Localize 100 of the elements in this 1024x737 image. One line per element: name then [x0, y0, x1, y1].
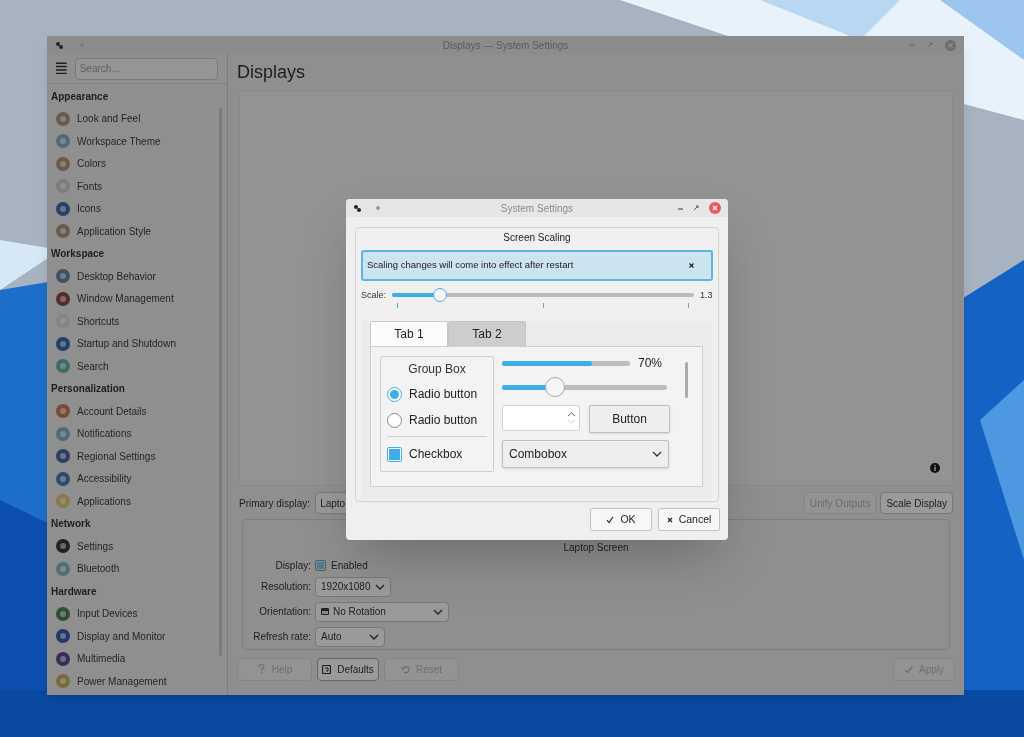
category-icon: [56, 651, 70, 666]
group-title: Laptop Screen: [563, 541, 629, 555]
sidebar-item[interactable]: Regional Settings: [47, 445, 227, 468]
sidebar-item[interactable]: Icons: [47, 197, 227, 220]
category-icon: [56, 359, 70, 374]
category-icon: [56, 291, 70, 306]
combo-box[interactable]: No Rotation: [315, 601, 449, 622]
slider-thumb[interactable]: [433, 288, 448, 302]
slider-thumb[interactable]: [544, 377, 565, 397]
sidebar-item[interactable]: Input Devices: [47, 602, 227, 625]
sidebar-item[interactable]: Multimedia: [47, 647, 227, 670]
sidebar-item[interactable]: Look and Feel: [47, 107, 227, 130]
sidebar-item[interactable]: Accessibility: [47, 467, 227, 490]
sidebar-item[interactable]: Fonts: [47, 175, 227, 198]
category-icon: [56, 224, 70, 239]
sidebar-item[interactable]: Application Style: [47, 220, 227, 243]
push-button[interactable]: Button: [589, 405, 670, 433]
radio-label: Radio button: [409, 412, 478, 429]
category-icon: [56, 336, 70, 351]
minimize-icon: [678, 205, 683, 211]
category-icon: [56, 134, 70, 149]
app-icon: [55, 40, 64, 50]
category-icon: [56, 606, 70, 621]
undo-icon: [400, 664, 410, 674]
scale-value: 1.3: [700, 289, 713, 302]
combo-box[interactable]: 1920x1080: [315, 576, 391, 597]
category-icon: [56, 471, 70, 486]
maximize-icon: [927, 42, 933, 48]
frame-title: Screen Scaling: [503, 231, 571, 245]
field-label: Resolution:: [260, 580, 311, 594]
section-header: Workspace: [51, 247, 105, 262]
section-header: Hardware: [51, 584, 97, 599]
page-title: Displays: [237, 61, 307, 84]
field-label: Refresh rate:: [253, 630, 311, 644]
sidebar-item[interactable]: Shortcuts: [47, 310, 227, 333]
sidebar-item[interactable]: Account Details: [47, 400, 227, 423]
sidebar-item[interactable]: Power Management: [47, 670, 227, 693]
field-label: Primary display:: [239, 496, 311, 511]
field-label: Display:: [275, 558, 311, 573]
sidebar-item[interactable]: Desktop Behavior: [47, 265, 227, 288]
sidebar-item[interactable]: Settings: [47, 535, 227, 558]
close-icon: [666, 516, 673, 523]
check-icon: [904, 664, 913, 674]
radio-label: Radio button: [409, 386, 478, 403]
category-icon: [56, 674, 70, 689]
app-icon: [353, 203, 362, 213]
output-button[interactable]: Scale Display: [880, 492, 953, 514]
tab[interactable]: Tab 1: [370, 321, 448, 346]
screen-icon: [321, 608, 329, 615]
category-icon: [56, 494, 70, 509]
close-icon: [945, 39, 956, 51]
slider[interactable]: [502, 377, 667, 397]
menu-icon: [56, 62, 67, 75]
scrollbar[interactable]: [685, 362, 688, 398]
radio-button[interactable]: [387, 412, 402, 428]
maximize-icon: [693, 205, 699, 211]
radio-button[interactable]: [387, 386, 402, 402]
spin-box[interactable]: [502, 405, 580, 431]
message-text: Scaling changes will come into effect after restart: [367, 258, 575, 273]
chevron-down-icon: [652, 451, 662, 457]
category-icon: [56, 629, 70, 644]
info-icon: [930, 463, 940, 473]
category-icon: [56, 156, 70, 171]
category-icon: [56, 201, 70, 216]
progress-value: 70%: [638, 355, 663, 372]
spin-arrows-icon: [567, 412, 576, 424]
tab[interactable]: Tab 2: [448, 321, 526, 346]
sidebar-item[interactable]: Search: [47, 355, 227, 378]
sidebar-item[interactable]: Colors: [47, 152, 227, 175]
category-icon: [56, 111, 70, 126]
checkbox[interactable]: [387, 446, 402, 462]
sidebar-item[interactable]: Bluetooth: [47, 557, 227, 580]
category-icon: [56, 269, 70, 284]
sidebar-item[interactable]: Applications: [47, 490, 227, 513]
sidebar-item[interactable]: Startup and Shutdown: [47, 332, 227, 355]
footer-button[interactable]: Defaults: [317, 657, 379, 681]
scale-slider[interactable]: [392, 288, 694, 309]
checkbox[interactable]: [315, 559, 326, 571]
section-header: Personalization: [51, 382, 125, 397]
category-icon: [56, 404, 70, 419]
category-icon: [56, 449, 70, 464]
reset-defaults-icon: [322, 664, 332, 674]
dialog-button[interactable]: OK: [590, 508, 652, 531]
dialog-button[interactable]: Cancel: [658, 508, 720, 531]
sidebar-item[interactable]: Notifications: [47, 422, 227, 445]
checkbox-label: Enabled: [331, 558, 368, 573]
category-icon: [56, 539, 70, 554]
combo-box[interactable]: Combobox: [502, 440, 669, 468]
combo-box[interactable]: Auto: [315, 626, 385, 647]
scale-label: Scale:: [361, 289, 386, 302]
field-label: Orientation:: [259, 605, 311, 619]
check-icon: [606, 515, 615, 524]
chevron-down-icon: [433, 608, 443, 615]
sidebar-item[interactable]: Window Management: [47, 287, 227, 310]
section-header: Appearance: [51, 89, 109, 104]
sidebar-item[interactable]: Workspace Theme: [47, 130, 227, 153]
section-header: Network: [51, 517, 91, 532]
sidebar-item[interactable]: Display and Monitor: [47, 625, 227, 648]
close-icon: [688, 263, 694, 268]
question-icon: [256, 664, 266, 674]
